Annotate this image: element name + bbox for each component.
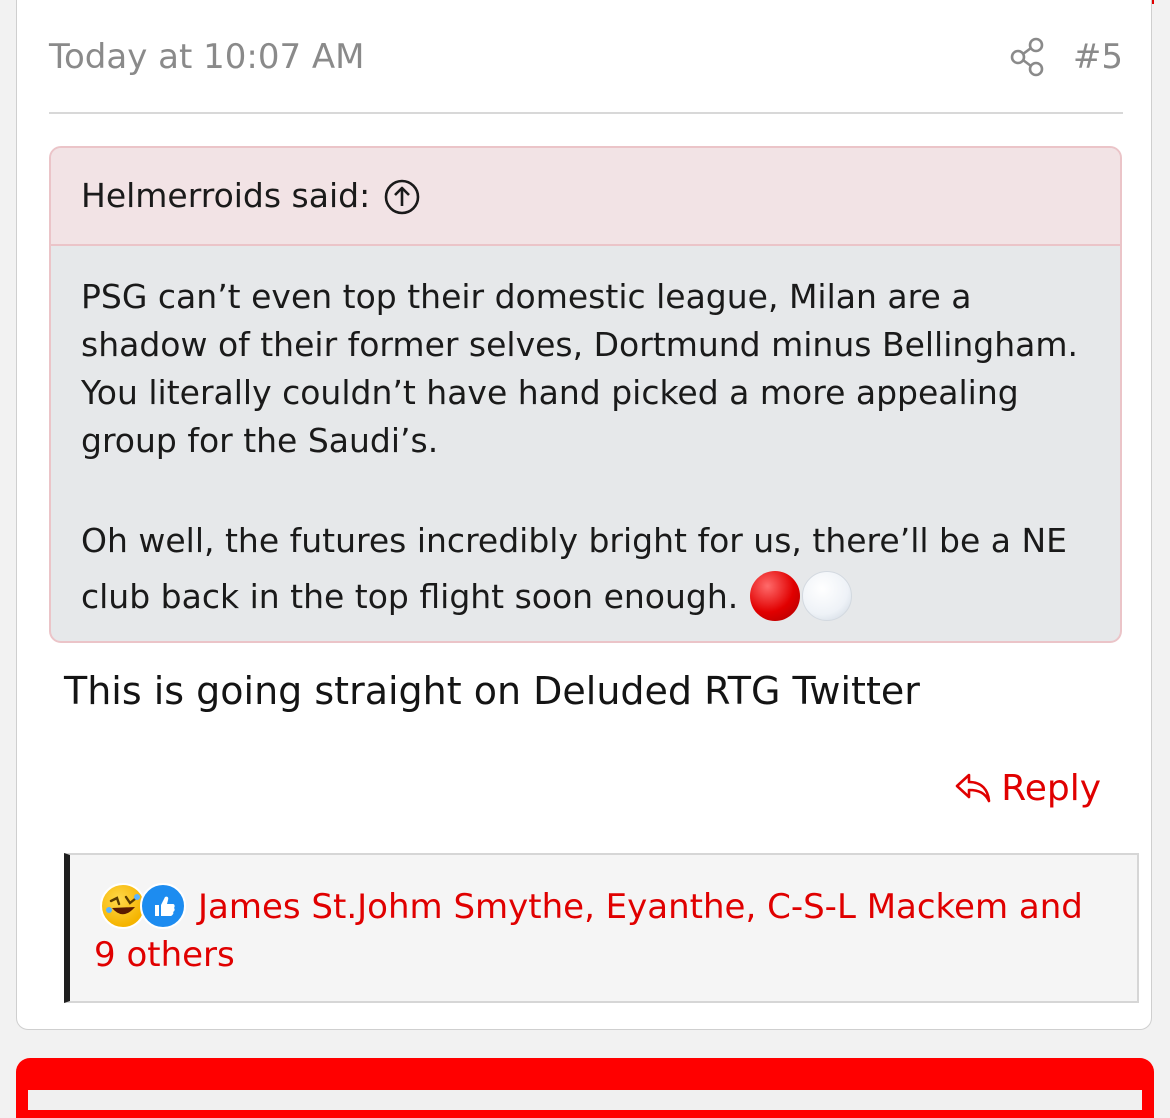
post-card: Today at 10:07 AM #5 Helmerroids said: P… [16,0,1152,1030]
white-circle-icon [802,570,853,621]
quote-block: Helmerroids said: PSG can’t even top the… [49,146,1122,643]
quote-body: PSG can’t even top their domestic league… [81,273,1101,625]
quote-paragraph-2: Oh well, the futures incredibly bright f… [81,513,1101,625]
red-circle-icon [750,570,801,621]
quote-paragraph-2-text: Oh well, the futures incredibly bright f… [81,521,1068,616]
post-body-text: This is going straight on Deluded RTG Tw… [64,669,920,713]
reply-label: Reply [1001,767,1101,809]
quote-header: Helmerroids said: [51,148,1120,246]
reply-button[interactable]: Reply [953,765,1101,811]
post-timestamp[interactable]: Today at 10:07 AM [49,36,365,78]
quote-author-label[interactable]: Helmerroids said: [81,176,370,216]
arrow-up-circle-icon[interactable] [383,178,421,216]
next-post-header-strip [28,1090,1142,1110]
reply-arrow-icon [953,768,993,808]
share-icon[interactable] [1009,36,1049,78]
post-header: Today at 10:07 AM #5 [49,36,1123,114]
post-number-link[interactable]: #5 [1073,36,1123,78]
red-white-circles-emoji-icon [750,569,854,621]
reactions-bar: James St.Johm Smythe, Eyanthe, C-S-L Mac… [64,853,1139,1003]
quote-paragraph-1: PSG can’t even top their domestic league… [81,277,1079,460]
reactions-users-link[interactable]: James St.Johm Smythe, Eyanthe, C-S-L Mac… [94,883,1114,979]
